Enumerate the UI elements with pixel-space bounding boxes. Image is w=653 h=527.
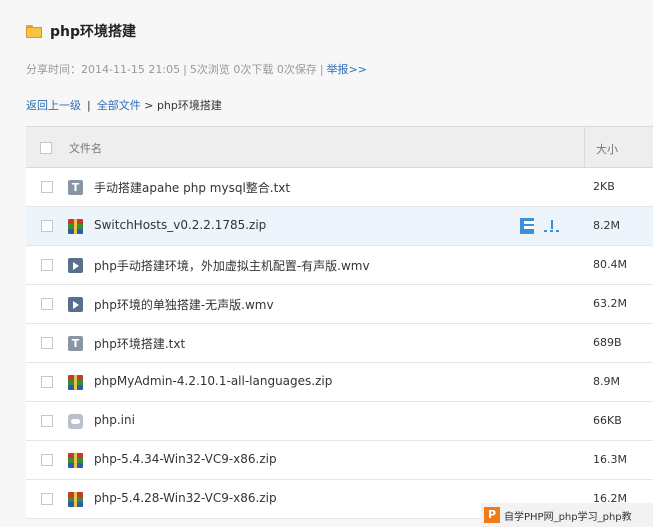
table-row[interactable]: T 手动搭建apahe php mysql整合.txt 2KB [26, 168, 653, 207]
download-icon[interactable] [544, 218, 560, 234]
breadcrumb-separator: > [144, 99, 154, 112]
file-name[interactable]: php手动搭建环境，外加虚拟主机配置-有声版.wmv [94, 257, 370, 274]
breadcrumb-current: php环境搭建 [156, 99, 222, 112]
file-size: 16.3M [593, 453, 627, 466]
page-title: php环境搭建 [50, 24, 137, 40]
header-filename: 文件名 [69, 142, 102, 155]
file-size: 8.2M [593, 219, 620, 232]
row-checkbox[interactable] [41, 181, 53, 193]
video-file-icon [68, 258, 83, 273]
config-file-icon [68, 414, 83, 429]
file-name[interactable]: php.ini [94, 413, 135, 427]
table-row[interactable]: php环境的单独搭建-无声版.wmv 63.2M [26, 285, 653, 324]
file-name[interactable]: SwitchHosts_v0.2.2.1785.zip [94, 218, 266, 232]
title-row: php环境搭建 [26, 21, 136, 41]
txt-file-icon: T [68, 180, 83, 195]
file-name[interactable]: php-5.4.28-Win32-VC9-x86.zip [94, 491, 277, 505]
share-time: 分享时间：2014-11-15 21:05 [26, 63, 181, 76]
file-table: 文件名 大小 T 手动搭建apahe php mysql整合.txt 2KB S… [26, 126, 653, 519]
txt-file-icon: T [68, 336, 83, 351]
row-checkbox[interactable] [41, 376, 53, 388]
watermark-logo-icon: P [484, 507, 500, 523]
table-row[interactable]: php.ini 66KB [26, 402, 653, 441]
all-files-link[interactable]: 全部文件 [97, 99, 141, 112]
header-size-cell: 大小 [584, 127, 653, 167]
report-link[interactable]: 举报>> [327, 63, 367, 76]
row-checkbox[interactable] [41, 493, 53, 505]
download-count: 0次下载 [233, 63, 274, 76]
table-row[interactable]: T php环境搭建.txt 689B [26, 324, 653, 363]
save-count: 0次保存 [276, 63, 317, 76]
row-actions [520, 218, 560, 234]
back-link[interactable]: 返回上一级 [26, 99, 81, 112]
file-size: 80.4M [593, 258, 627, 271]
table-row[interactable]: phpMyAdmin-4.2.10.1-all-languages.zip 8.… [26, 363, 653, 402]
row-checkbox[interactable] [41, 454, 53, 466]
table-header: 文件名 大小 [26, 127, 653, 168]
site-watermark: P 自学PHP网_php学习_php教 [481, 503, 653, 527]
file-name[interactable]: 手动搭建apahe php mysql整合.txt [94, 179, 290, 196]
zip-file-icon [68, 492, 83, 507]
row-checkbox[interactable] [41, 337, 53, 349]
row-checkbox[interactable] [41, 298, 53, 310]
file-name[interactable]: php环境的单独搭建-无声版.wmv [94, 296, 274, 313]
watermark-text: 自学PHP网_php学习_php教 [504, 511, 632, 523]
folder-icon [26, 24, 42, 38]
file-name[interactable]: phpMyAdmin-4.2.10.1-all-languages.zip [94, 374, 332, 388]
file-size: 689B [593, 336, 622, 349]
file-name[interactable]: php-5.4.34-Win32-VC9-x86.zip [94, 452, 277, 466]
row-checkbox[interactable] [41, 220, 53, 232]
file-name[interactable]: php环境搭建.txt [94, 335, 185, 352]
zip-file-icon [68, 375, 83, 390]
video-file-icon [68, 297, 83, 312]
file-size: 63.2M [593, 297, 627, 310]
row-checkbox[interactable] [41, 259, 53, 271]
row-checkbox[interactable] [41, 415, 53, 427]
file-size: 2KB [593, 180, 615, 193]
view-count: 5次浏览 [189, 63, 230, 76]
file-size: 8.9M [593, 375, 620, 388]
header-size: 大小 [596, 143, 618, 156]
breadcrumb: 返回上一级 | 全部文件 > php环境搭建 [26, 99, 222, 112]
save-to-disk-icon[interactable] [520, 218, 534, 234]
table-row[interactable]: php-5.4.34-Win32-VC9-x86.zip 16.3M [26, 441, 653, 480]
file-size: 66KB [593, 414, 622, 427]
table-row[interactable]: php手动搭建环境，外加虚拟主机配置-有声版.wmv 80.4M [26, 246, 653, 285]
table-row[interactable]: SwitchHosts_v0.2.2.1785.zip 8.2M [26, 207, 653, 246]
select-all-checkbox[interactable] [40, 142, 52, 154]
zip-file-icon [68, 219, 83, 234]
share-meta: 分享时间：2014-11-15 21:05 | 5次浏览 0次下载 0次保存 | 举报>… [26, 63, 367, 76]
zip-file-icon [68, 453, 83, 468]
